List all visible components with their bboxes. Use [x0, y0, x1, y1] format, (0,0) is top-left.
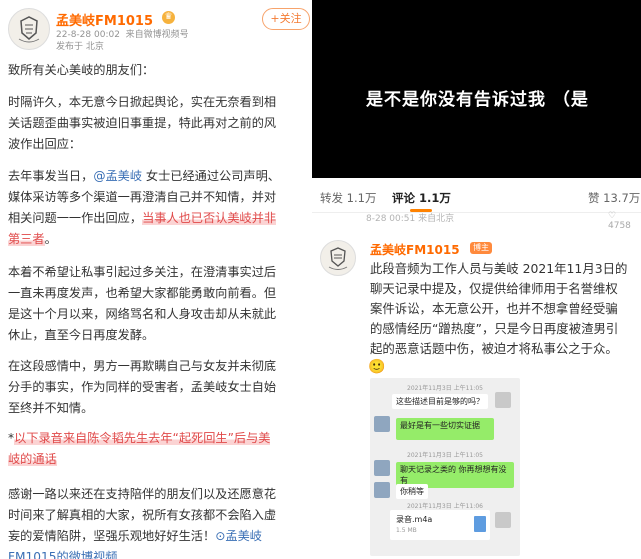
- vip-badge-icon: ♛: [162, 11, 175, 24]
- crest-icon: [18, 16, 40, 43]
- post-location: 发布于 北京: [56, 42, 104, 52]
- paragraph-7: 感谢一路以来还在支持陪伴的朋友们以及还愿意花 时间来了解真相的大家，祝所有女孩都…: [8, 484, 276, 559]
- video-link[interactable]: 孟美岐: [225, 529, 262, 543]
- crest-icon: [328, 247, 348, 270]
- weibo-post-panel: 孟美岐FM1015 ♛ 22-8-28 00:02 来自微博视频号 发布于 北京…: [0, 0, 312, 559]
- peek-row-date: 8-28 00:51 来自北京: [366, 214, 455, 224]
- post-source: 来自微博视频号: [125, 30, 189, 40]
- chat-avatar: [495, 392, 511, 408]
- paragraph-4: 本着不希望让私事引起过多关注，在澄清事实过后 一直未再度发声，也希望大家都能勇敢…: [8, 265, 277, 342]
- chat-avatar: [374, 460, 390, 476]
- audio-file-card[interactable]: 录音.m4a 1.5 MB: [390, 510, 490, 540]
- audio-file-size: 1.5 MB: [396, 527, 417, 534]
- weibo-video-panel: 是不是你没有告诉过我 （是 转发 1.1万 评论 1.1万 赞 13.7万 8-…: [312, 0, 641, 559]
- paragraph-2: 时隔许久，本无意今日掀起舆论，实在无奈看到相 关话题歪曲事实被迫旧事重提，特此再…: [8, 95, 277, 151]
- mention-link[interactable]: @孟美岐: [93, 169, 142, 183]
- video-player[interactable]: 是不是你没有告诉过我 （是: [312, 0, 641, 178]
- peek-row-count: ♡ 4758: [608, 211, 631, 231]
- repost-tab[interactable]: 转发 1.1万: [320, 190, 376, 206]
- highlighted-text: 当事人也已否认美岐并非: [142, 211, 277, 225]
- video-link-cont[interactable]: FM1015的微博视频: [8, 547, 276, 559]
- highlighted-text: 以下录音来自陈令韬先生去年“起死回生”后与美: [14, 431, 271, 445]
- video-subtitle: 是不是你没有告诉过我 （是: [366, 90, 589, 110]
- chat-avatar: [374, 416, 390, 432]
- chat-message: 你稍等: [396, 484, 428, 499]
- video-link-icon: ⊙: [215, 529, 226, 543]
- paragraph-5: 在这段感情中，男方一再欺瞒自己与女友并未彻底 分手的事实，作为同样的受害者，孟美…: [8, 359, 277, 415]
- chat-time-1: 2021年11月3日 上午11:05: [407, 385, 483, 392]
- reply-text: 此段音频为工作人员与美岐 2021年11月3日的 聊天记录中提及，仅提供给律师用…: [370, 261, 628, 356]
- chat-avatar: [495, 512, 511, 528]
- smile-emoji-icon: 🙂: [368, 359, 386, 375]
- reply-avatar[interactable]: [320, 240, 356, 276]
- follow-button[interactable]: +关注: [262, 8, 310, 30]
- audio-file-name: 录音.m4a: [396, 515, 433, 524]
- chat-screenshot[interactable]: 2021年11月3日 上午11:05 这些描述目前是够的吗？ 最好是有一些切实证…: [370, 378, 520, 556]
- author-avatar[interactable]: [8, 8, 50, 50]
- chat-time-2: 2021年11月3日 上午11:05: [407, 452, 483, 459]
- chat-time-3: 2021年11月3日 上午11:06: [407, 503, 483, 510]
- like-icon: ♡: [608, 211, 617, 221]
- paragraph-3: 去年事发当日，@孟美岐 女士已经通过公司声明、 媒体采访等多个渠道一再澄清自己并…: [8, 169, 280, 246]
- chat-avatar: [374, 482, 390, 498]
- reply-author-name[interactable]: 孟美岐FM1015: [370, 241, 460, 258]
- divider: [312, 212, 641, 213]
- chat-message: 最好是有一些切实证据: [396, 418, 494, 440]
- highlighted-text: 岐的通话: [8, 452, 57, 466]
- blogger-badge: 博主: [470, 242, 492, 254]
- chat-message: 这些描述目前是够的吗？: [392, 394, 488, 409]
- file-icon: [474, 516, 486, 532]
- highlighted-text: 第三者: [8, 232, 45, 246]
- comment-tab[interactable]: 评论 1.1万: [392, 190, 451, 206]
- greeting-text: 致所有关心美岐的朋友们：: [8, 63, 155, 77]
- paragraph-6: *以下录音来自陈令韬先生去年“起死回生”后与美 岐的通话: [8, 431, 271, 466]
- like-tab[interactable]: 赞 13.7万: [588, 190, 640, 206]
